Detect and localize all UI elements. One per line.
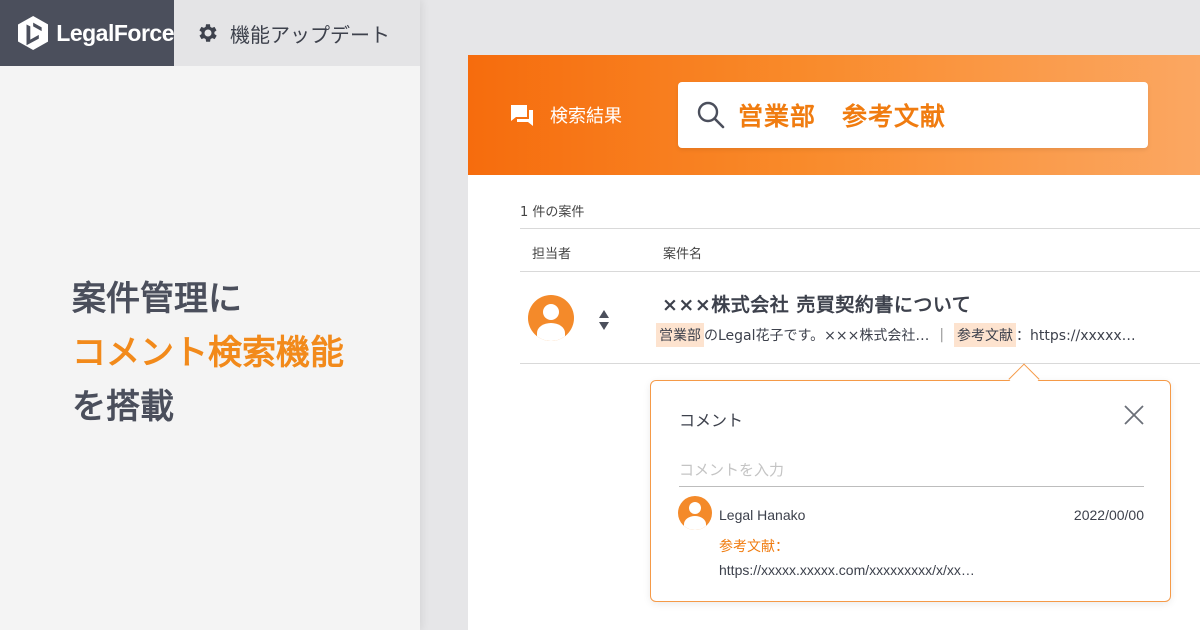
column-header-matter[interactable]: 案件名	[663, 243, 702, 262]
snippet-highlight[interactable]: 参考文献	[954, 323, 1017, 347]
snippet-text: のLegal花子です。×××株式会社…	[704, 328, 930, 344]
promo-panel: LegalForce 機能アップデート 案件管理に コメント検索機能 を搭載	[0, 0, 420, 630]
search-query: 営業部 参考文献	[738, 102, 947, 131]
snippet-highlight: 営業部	[656, 323, 704, 347]
legalforce-logo-icon	[18, 15, 49, 51]
headline-line-3: を搭載	[72, 387, 174, 427]
comment-input[interactable]	[679, 453, 1144, 487]
divider	[520, 271, 1200, 272]
popover-title: コメント	[679, 411, 744, 430]
close-icon[interactable]	[1122, 403, 1146, 427]
column-header-assignee[interactable]: 担当者	[532, 243, 571, 262]
comment-date: 2022/00/00	[1073, 507, 1144, 523]
snippet-separator: |	[939, 327, 945, 343]
search-input[interactable]: 営業部 参考文献	[678, 82, 1148, 148]
brand-logo[interactable]: LegalForce	[0, 0, 174, 66]
comment-snippet: 営業部 のLegal花子です。×××株式会社… | 参考文献 ：https://…	[656, 323, 1136, 347]
search-results-heading: 検索結果	[508, 101, 622, 129]
divider	[520, 363, 1200, 364]
promo-headline: 案件管理に コメント検索機能 を搭載	[72, 272, 344, 434]
result-count: 1 件の案件	[520, 205, 585, 220]
brand-name: LegalForce	[56, 19, 174, 46]
search-icon	[697, 101, 725, 129]
comment-author: Legal Hanako	[719, 507, 806, 523]
search-results-label: 検索結果	[550, 106, 622, 127]
divider	[520, 228, 1200, 229]
comment-url[interactable]: https://xxxxx.xxxxx.com/xxxxxxxxx/x/xx…	[719, 562, 975, 578]
sort-icon[interactable]	[598, 308, 610, 332]
matter-title[interactable]: ×××株式会社 売買契約書について	[662, 290, 971, 317]
user-avatar-icon	[528, 295, 574, 341]
user-avatar-icon	[678, 496, 712, 530]
comment-highlight-label: 参考文献：	[719, 539, 789, 555]
tab-feature-updates[interactable]: 機能アップデート	[174, 0, 420, 66]
headline-line-1: 案件管理に	[72, 279, 242, 319]
gear-icon	[199, 24, 217, 42]
search-banner: 検索結果 営業部 参考文献	[468, 55, 1200, 175]
tab-feature-updates-label: 機能アップデート	[230, 22, 390, 47]
chat-icon	[511, 105, 533, 126]
headline-line-2: コメント検索機能	[72, 333, 344, 373]
snippet-text: ：https://xxxxx…	[1016, 328, 1136, 344]
comment-popover: コメント Legal Hanako 2022/00/00 参考文献： https…	[650, 363, 1171, 602]
